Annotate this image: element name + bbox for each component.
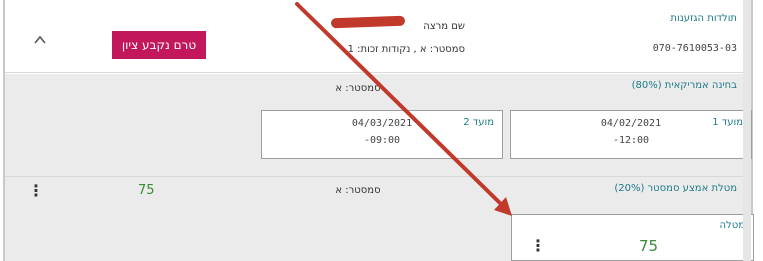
task-section-title: מטלת אמצע סמסטר (20%)	[614, 183, 737, 194]
task-grade: 75	[639, 237, 659, 255]
kebab-menu-icon[interactable]: ⋮	[530, 238, 546, 254]
task-label: מטלה	[719, 220, 746, 231]
exam-semester: סמסטר: א	[335, 83, 381, 94]
task-card[interactable]: מטלה 75 ⋮	[511, 214, 754, 261]
lecturer-name: שם מרצה	[423, 21, 465, 32]
course-panel: טרם נקבע ציון שם מרצה סמסטר: א , נקודות …	[3, 0, 754, 261]
chevron-up-icon[interactable]	[33, 33, 47, 47]
course-title-link[interactable]: תולדות הגזענות	[670, 13, 737, 24]
task-section: ⋮ 75 סמסטר: א מטלת אמצע סמסטר (20%) מטלה…	[5, 176, 754, 261]
course-number: 070-7610053-03	[652, 43, 737, 54]
moed-card-1[interactable]: מועד 1 04/02/2021 -12:00	[510, 110, 752, 159]
grade-status-badge: טרם נקבע ציון	[112, 31, 206, 59]
scrollbar[interactable]	[743, 0, 751, 261]
course-header[interactable]: טרם נקבע ציון שם מרצה סמסטר: א , נקודות …	[5, 0, 751, 73]
moed-date: 04/03/2021	[351, 118, 413, 129]
moed-time: -09:00	[363, 135, 401, 146]
moed-time: -12:00	[612, 135, 650, 146]
exam-section: בחינה אמריקאית (80%) סמסטר: א מועד 1 04/…	[5, 74, 752, 176]
moed-card-2[interactable]: מועד 2 04/03/2021 -09:00	[261, 110, 503, 159]
moed-date: 04/02/2021	[600, 118, 662, 129]
course-meta: סמסטר: א , נקודות זכות: 1	[347, 44, 465, 55]
